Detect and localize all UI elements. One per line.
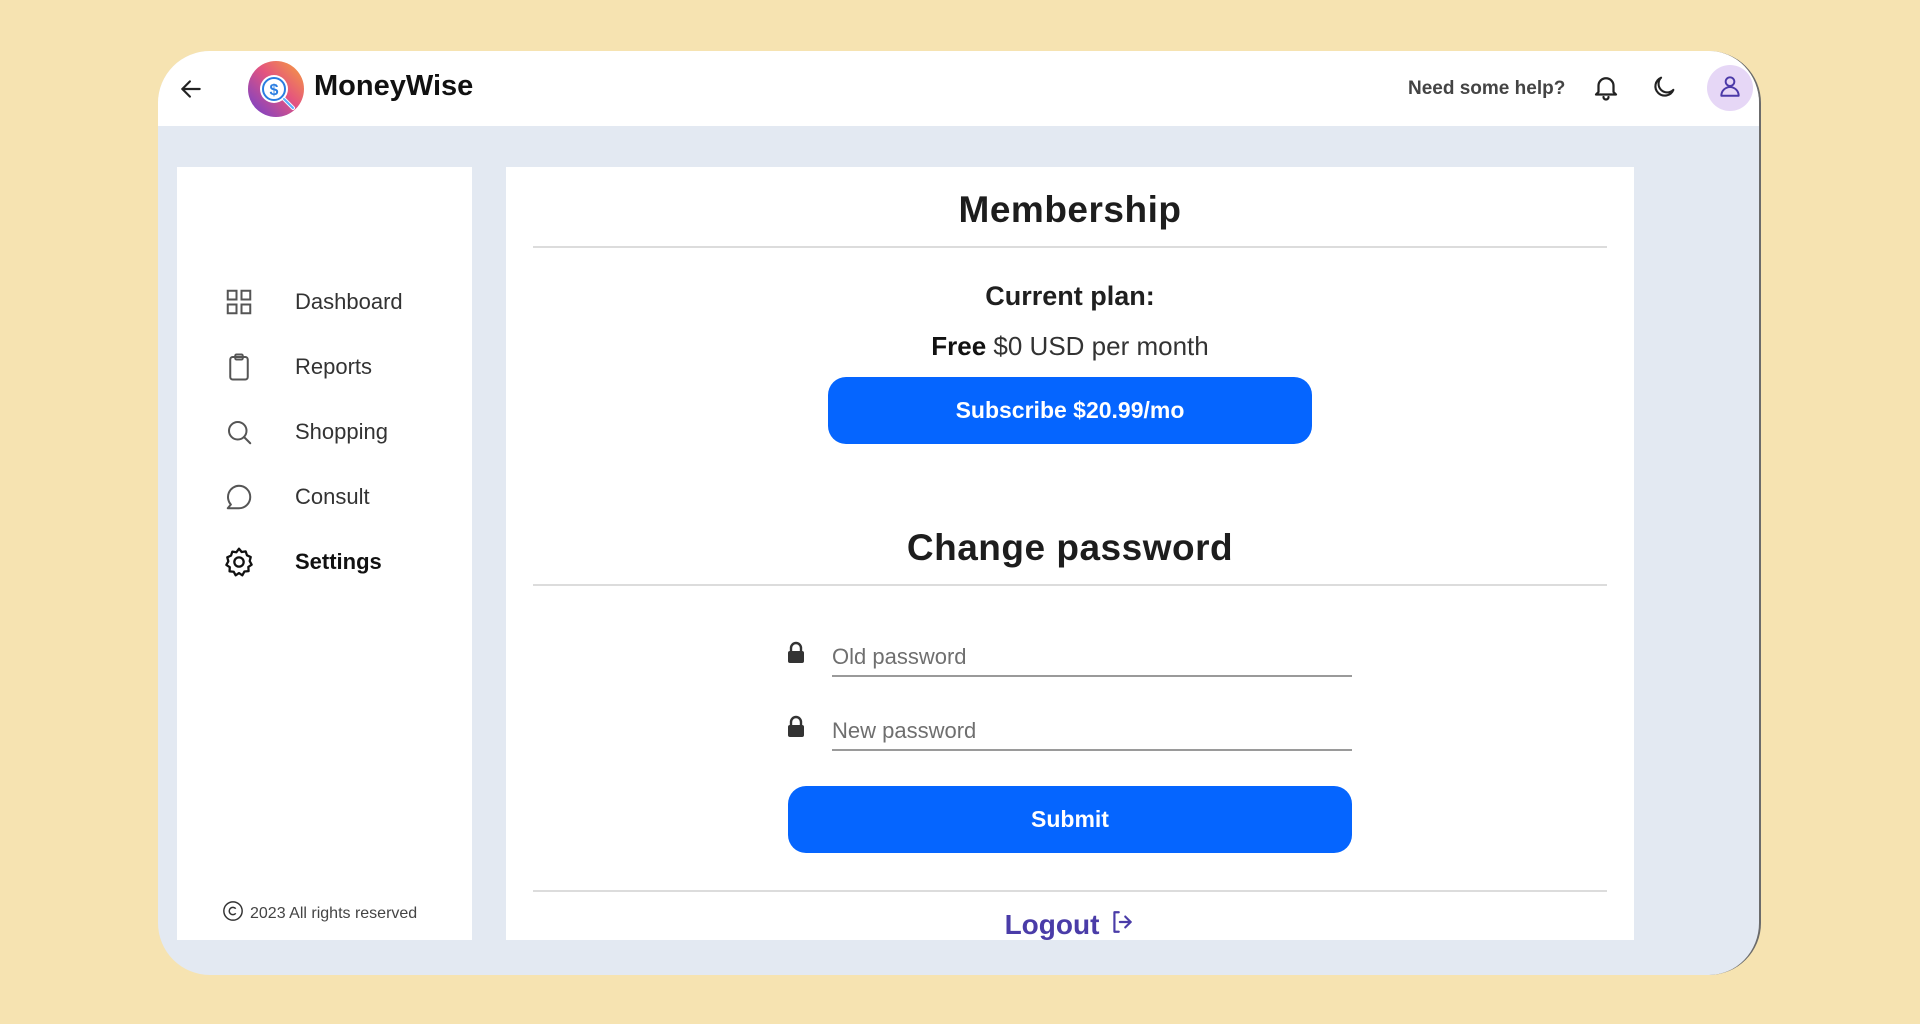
brand-name: MoneyWise <box>314 70 474 102</box>
new-password-field <box>786 707 1356 757</box>
sidebar-item-label: Shopping <box>295 419 388 444</box>
old-password-input[interactable] <box>832 639 1352 677</box>
plan-name: Free <box>931 331 987 361</box>
sidebar-item-reports[interactable]: Reports <box>177 342 472 392</box>
moneywise-logo: $ <box>246 59 306 119</box>
sidebar-item-shopping[interactable]: Shopping <box>177 407 472 457</box>
dark-mode-moon-icon[interactable] <box>1644 67 1684 107</box>
sidebar: Dashboard Reports Shopping Consult Setti… <box>177 167 472 940</box>
copyright-text: 2023 All rights reserved <box>250 904 418 922</box>
grid-icon <box>222 285 256 319</box>
submit-button[interactable]: Submit <box>788 786 1352 853</box>
bell-icon[interactable] <box>1586 67 1626 107</box>
copyright-icon <box>222 900 244 927</box>
old-password-field <box>786 633 1356 683</box>
current-plan-info: Free $0 USD per month <box>506 331 1634 362</box>
sidebar-item-settings[interactable]: Settings <box>177 537 472 587</box>
logout-label: Logout <box>1004 909 1100 940</box>
svg-text:$: $ <box>270 82 279 99</box>
current-plan-label: Current plan: <box>985 281 1155 311</box>
sidebar-item-label: Settings <box>295 549 382 574</box>
gear-icon <box>222 545 256 579</box>
lock-icon <box>786 715 806 739</box>
help-link[interactable]: Need some help? <box>1408 78 1565 100</box>
plan-price: $0 USD per month <box>993 331 1209 361</box>
subscribe-button[interactable]: Subscribe $20.99/mo <box>828 377 1312 444</box>
top-bar: $ MoneyWise Need some help? <box>158 51 1759 126</box>
sidebar-item-consult[interactable]: Consult <box>177 472 472 522</box>
back-arrow-icon[interactable] <box>173 71 209 107</box>
chat-bubble-icon <box>222 480 256 514</box>
logout-icon <box>1109 909 1135 940</box>
settings-panel: Membership Current plan: Free $0 USD per… <box>506 167 1634 940</box>
app-window: $ MoneyWise Need some help? Dashboard Re… <box>158 51 1761 975</box>
divider <box>533 890 1607 892</box>
logout-link[interactable]: Logout <box>506 909 1634 940</box>
membership-title: Membership <box>958 189 1182 230</box>
sidebar-item-dashboard[interactable]: Dashboard <box>177 277 472 327</box>
divider <box>533 584 1607 586</box>
sidebar-item-label: Dashboard <box>295 289 403 314</box>
search-icon <box>222 415 256 449</box>
new-password-input[interactable] <box>832 713 1352 751</box>
sidebar-item-label: Consult <box>295 484 370 509</box>
user-icon <box>1717 73 1743 104</box>
user-avatar[interactable] <box>1707 65 1753 111</box>
copyright: 2023 All rights reserved <box>222 900 417 927</box>
divider <box>533 246 1607 248</box>
lock-icon <box>786 641 806 665</box>
clipboard-icon <box>222 350 256 384</box>
change-password-title: Change password <box>906 527 1234 568</box>
sidebar-item-label: Reports <box>295 354 373 379</box>
